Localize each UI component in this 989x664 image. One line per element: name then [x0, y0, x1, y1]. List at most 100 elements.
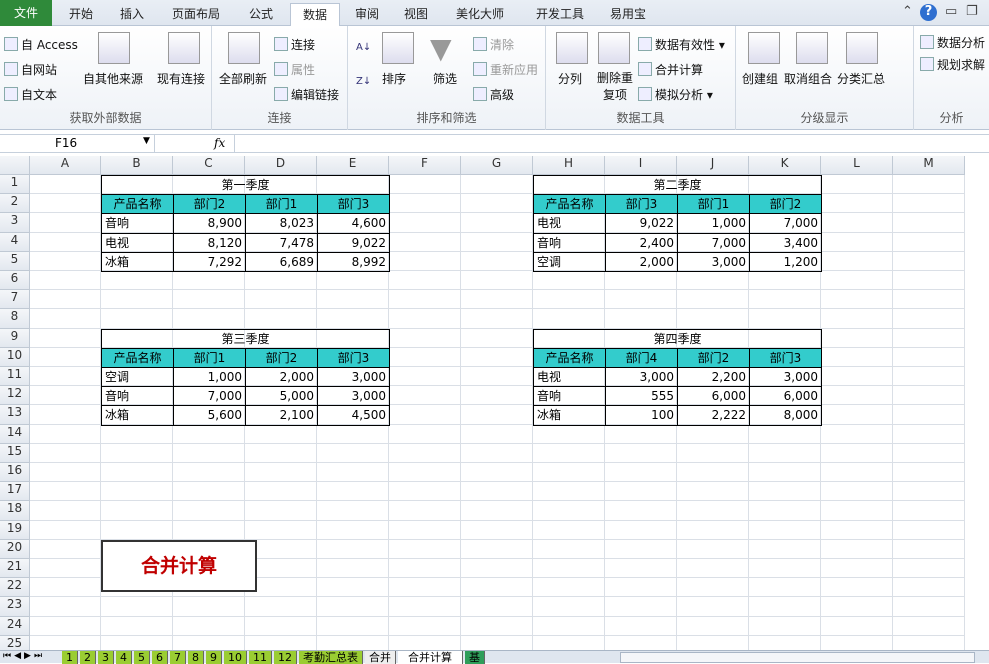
cell[interactable]: [245, 290, 317, 310]
cell[interactable]: [173, 501, 245, 521]
table-cell[interactable]: 7,000: [749, 213, 822, 234]
table-cell[interactable]: 2,100: [245, 405, 318, 426]
table-cell[interactable]: 6,689: [245, 251, 318, 272]
cell[interactable]: [173, 271, 245, 291]
formula-input[interactable]: [234, 135, 989, 152]
cell[interactable]: [173, 616, 245, 636]
menu-tab-3[interactable]: 页面布局: [160, 3, 232, 26]
cell[interactable]: [821, 539, 893, 559]
menu-tab-7[interactable]: 视图: [394, 3, 438, 26]
cell[interactable]: [461, 386, 533, 406]
sheet-tab[interactable]: 7: [170, 651, 186, 664]
row-header[interactable]: 14: [0, 424, 30, 444]
cell[interactable]: [677, 578, 749, 598]
cell[interactable]: [389, 328, 461, 348]
cell[interactable]: [677, 520, 749, 540]
menu-tab-10[interactable]: 易用宝: [600, 3, 656, 26]
menu-tab-5[interactable]: 数据: [290, 3, 340, 27]
ungroup-button[interactable]: 取消组合: [784, 70, 832, 87]
sheet-tab[interactable]: 8: [188, 651, 204, 664]
cell[interactable]: [30, 616, 101, 636]
cell[interactable]: [101, 424, 173, 444]
cell[interactable]: [173, 424, 245, 444]
row-header[interactable]: 7: [0, 290, 30, 310]
cell[interactable]: [101, 482, 173, 502]
cell[interactable]: [30, 251, 101, 271]
table-cell[interactable]: 2,000: [605, 251, 678, 272]
advanced-button[interactable]: 高级: [473, 86, 514, 103]
sheet-tab[interactable]: 12: [274, 651, 297, 664]
column-header[interactable]: A: [30, 156, 101, 175]
cell[interactable]: [173, 520, 245, 540]
table-cell[interactable]: 555: [605, 386, 678, 407]
cell[interactable]: [821, 328, 893, 348]
cell[interactable]: [461, 501, 533, 521]
cell[interactable]: [461, 194, 533, 214]
consolidate-shape-button[interactable]: 合并计算: [101, 540, 257, 592]
cell[interactable]: [749, 578, 821, 598]
cell[interactable]: [173, 482, 245, 502]
cell[interactable]: [533, 616, 605, 636]
table-cell[interactable]: 8,023: [245, 213, 318, 234]
cell[interactable]: [677, 501, 749, 521]
cell[interactable]: [749, 539, 821, 559]
cell[interactable]: [245, 635, 317, 650]
menu-tab-0[interactable]: 文件: [0, 0, 52, 26]
cell[interactable]: [30, 405, 101, 425]
cell[interactable]: [893, 290, 965, 310]
cell[interactable]: [30, 559, 101, 579]
menu-tab-9[interactable]: 开发工具: [524, 3, 596, 26]
cell[interactable]: [821, 559, 893, 579]
cell[interactable]: [173, 309, 245, 329]
cell[interactable]: [821, 271, 893, 291]
cell[interactable]: [245, 520, 317, 540]
cell[interactable]: [893, 463, 965, 483]
cell[interactable]: [605, 635, 677, 650]
cell[interactable]: [533, 501, 605, 521]
column-header[interactable]: J: [677, 156, 749, 175]
table-cell[interactable]: 电视: [533, 213, 606, 234]
cell[interactable]: [389, 501, 461, 521]
cell[interactable]: [30, 232, 101, 252]
cell[interactable]: [389, 175, 461, 195]
table-cell[interactable]: 7,000: [677, 232, 750, 253]
cell[interactable]: [533, 578, 605, 598]
table-cell[interactable]: 3,000: [749, 367, 822, 388]
cell[interactable]: [461, 347, 533, 367]
cell[interactable]: [749, 616, 821, 636]
table-cell[interactable]: 空调: [533, 251, 606, 272]
cell[interactable]: [893, 635, 965, 650]
table-cell[interactable]: 7,292: [173, 251, 246, 272]
text-to-columns-button[interactable]: 分列: [558, 70, 582, 87]
cell[interactable]: [245, 597, 317, 617]
cell[interactable]: [101, 635, 173, 650]
cell[interactable]: [461, 635, 533, 650]
subtotal-button[interactable]: 分类汇总: [837, 70, 885, 87]
cell[interactable]: [461, 405, 533, 425]
cell[interactable]: [389, 386, 461, 406]
cell[interactable]: [101, 501, 173, 521]
edit-links-button[interactable]: 编辑链接: [274, 86, 339, 103]
sheet-tab[interactable]: 10: [224, 651, 247, 664]
table-cell[interactable]: 冰箱: [533, 405, 606, 426]
table-cell[interactable]: 电视: [533, 367, 606, 388]
row-header[interactable]: 19: [0, 520, 30, 540]
name-box[interactable]: F16: [0, 135, 155, 152]
cell[interactable]: [821, 175, 893, 195]
table-cell[interactable]: 电视: [101, 232, 174, 253]
cell[interactable]: [101, 290, 173, 310]
table-cell[interactable]: 空调: [101, 367, 174, 388]
cell[interactable]: [389, 578, 461, 598]
cell[interactable]: [821, 616, 893, 636]
sheet-tab[interactable]: 3: [98, 651, 114, 664]
cell[interactable]: [749, 309, 821, 329]
cell[interactable]: [245, 443, 317, 463]
sheet-tab[interactable]: 9: [206, 651, 222, 664]
data-analysis-button[interactable]: 数据分析: [920, 34, 985, 51]
cell[interactable]: [389, 424, 461, 444]
cell[interactable]: [893, 520, 965, 540]
row-header[interactable]: 9: [0, 328, 30, 348]
sort-button[interactable]: 排序: [382, 70, 406, 87]
cell[interactable]: [389, 539, 461, 559]
cell[interactable]: [389, 232, 461, 252]
